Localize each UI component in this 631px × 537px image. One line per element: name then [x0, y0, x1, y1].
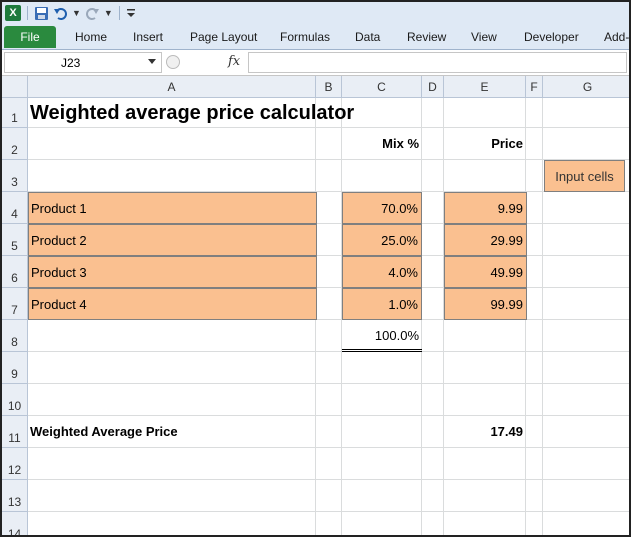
product-name-cell[interactable]: Product 1	[28, 192, 317, 224]
sheet-title[interactable]: Weighted average price calculator	[28, 100, 354, 127]
undo-dropdown-icon[interactable]: ▼	[72, 4, 81, 22]
tab-home[interactable]: Home	[75, 26, 107, 48]
tab-insert[interactable]: Insert	[133, 26, 163, 48]
mix-cell[interactable]: 4.0%	[342, 256, 422, 288]
tab-developer[interactable]: Developer	[524, 26, 579, 48]
column-header-c[interactable]: C	[342, 76, 422, 98]
tab-add-ins[interactable]: Add-I	[604, 26, 629, 48]
tab-file[interactable]: File	[4, 26, 56, 48]
price-cell[interactable]: 29.99	[444, 224, 527, 256]
mix-cell[interactable]: 1.0%	[342, 288, 422, 320]
row-header-13[interactable]: 13	[2, 480, 28, 512]
worksheet-grid[interactable]: Weighted average price calculator Mix % …	[28, 98, 629, 535]
price-header[interactable]: Price	[444, 128, 526, 159]
tab-data[interactable]: Data	[355, 26, 380, 48]
row-header-7[interactable]: 7	[2, 288, 28, 320]
select-all-corner[interactable]	[2, 76, 28, 98]
name-box[interactable]: J23	[4, 52, 162, 73]
row-header-12[interactable]: 12	[2, 448, 28, 480]
result-value[interactable]: 17.49	[444, 416, 526, 447]
row-header-3[interactable]: 3	[2, 160, 28, 192]
product-name-cell[interactable]: Product 3	[28, 256, 317, 288]
column-header-f[interactable]: F	[526, 76, 543, 98]
mix-header[interactable]: Mix %	[342, 128, 422, 159]
row-header-9[interactable]: 9	[2, 352, 28, 384]
insert-function-icon[interactable]: fx	[228, 54, 240, 69]
column-header-e[interactable]: E	[444, 76, 526, 98]
tab-review[interactable]: Review	[407, 26, 446, 48]
price-cell[interactable]: 99.99	[444, 288, 527, 320]
row-header-4[interactable]: 4	[2, 192, 28, 224]
row-header-5[interactable]: 5	[2, 224, 28, 256]
save-icon[interactable]	[34, 4, 49, 22]
formula-input[interactable]	[248, 52, 627, 73]
customize-icon[interactable]	[126, 4, 136, 22]
column-header-d[interactable]: D	[422, 76, 444, 98]
excel-logo: X	[5, 5, 21, 21]
name-box-value: J23	[61, 56, 81, 70]
formula-controls: fx	[164, 52, 246, 73]
column-header-a[interactable]: A	[28, 76, 316, 98]
row-header-14[interactable]: 14	[2, 512, 28, 535]
input-cells-legend[interactable]: Input cells	[544, 160, 625, 192]
price-cell[interactable]: 9.99	[444, 192, 527, 224]
ribbon-tabs: File Home Insert Page Layout Formulas Da…	[2, 24, 629, 50]
redo-icon[interactable]	[85, 4, 100, 22]
undo-icon[interactable]	[53, 4, 68, 22]
excel-icon[interactable]: X	[5, 4, 21, 22]
mix-total-cell[interactable]: 100.0%	[342, 322, 422, 352]
product-name-cell[interactable]: Product 2	[28, 224, 317, 256]
price-cell[interactable]: 49.99	[444, 256, 527, 288]
product-name-cell[interactable]: Product 4	[28, 288, 317, 320]
resize-handle-icon[interactable]	[166, 55, 180, 69]
column-header-g[interactable]: G	[543, 76, 629, 98]
mix-cell[interactable]: 25.0%	[342, 224, 422, 256]
row-header-1[interactable]: 1	[2, 98, 28, 128]
tab-formulas[interactable]: Formulas	[280, 26, 330, 48]
quick-access-toolbar: X ▼ ▼	[2, 2, 629, 24]
chevron-down-icon[interactable]	[148, 59, 156, 64]
row-header-2[interactable]: 2	[2, 128, 28, 160]
mix-cell[interactable]: 70.0%	[342, 192, 422, 224]
tab-page-layout[interactable]: Page Layout	[190, 26, 257, 48]
formula-bar: J23 fx	[2, 50, 629, 76]
row-header-11[interactable]: 11	[2, 416, 28, 448]
toolbar-separator	[27, 6, 28, 20]
row-header-8[interactable]: 8	[2, 320, 28, 352]
result-label[interactable]: Weighted Average Price	[28, 416, 178, 447]
row-header-10[interactable]: 10	[2, 384, 28, 416]
redo-dropdown-icon[interactable]: ▼	[104, 4, 113, 22]
row-header-6[interactable]: 6	[2, 256, 28, 288]
toolbar-separator	[118, 6, 120, 20]
tab-view[interactable]: View	[471, 26, 497, 48]
excel-window: X ▼ ▼ File Home Insert Page Layout Formu…	[0, 0, 631, 537]
column-header-b[interactable]: B	[316, 76, 342, 98]
